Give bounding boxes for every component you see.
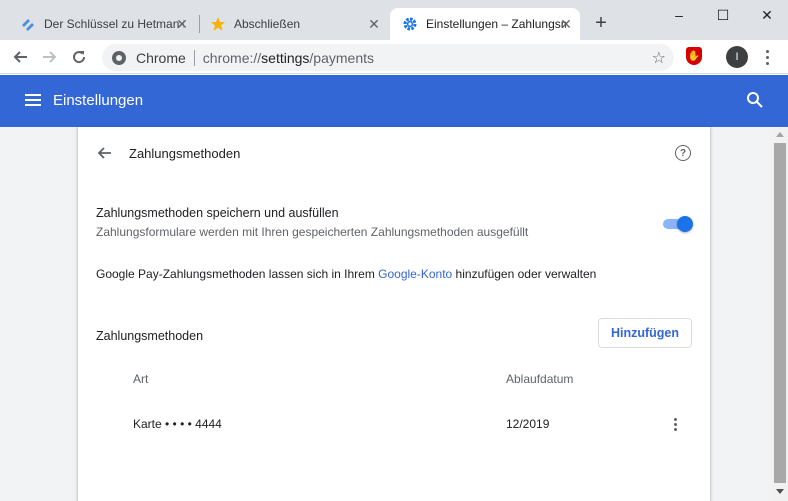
chrome-page-icon bbox=[112, 50, 126, 65]
save-fill-sublabel: Zahlungsformulare werden mit Ihren gespe… bbox=[96, 225, 529, 239]
profile-avatar[interactable]: I bbox=[726, 46, 748, 68]
url-host: settings bbox=[261, 49, 310, 66]
settings-header: Einstellungen bbox=[0, 75, 788, 127]
add-payment-method-button[interactable]: Hinzufügen bbox=[598, 318, 692, 348]
reload-button[interactable] bbox=[66, 44, 92, 70]
google-account-link[interactable]: Google-Konto bbox=[378, 267, 452, 281]
page-scrollbar[interactable] bbox=[772, 127, 788, 501]
tab-abschliessen[interactable]: Abschließen ✕ bbox=[198, 8, 388, 40]
new-tab-button[interactable]: + bbox=[590, 12, 612, 34]
card-more-actions-button[interactable] bbox=[670, 416, 680, 432]
tab-close-button[interactable]: ✕ bbox=[558, 16, 574, 32]
payment-methods-section-label: Zahlungsmethoden bbox=[96, 329, 204, 343]
tab-title: Der Schlüssel zu Hetman P bbox=[44, 17, 184, 31]
tab-close-button[interactable]: ✕ bbox=[174, 16, 190, 32]
url-text: chrome://settings/payments bbox=[203, 50, 374, 66]
tab-settings[interactable]: Einstellungen – Zahlungsm ✕ bbox=[390, 8, 580, 40]
settings-card bbox=[78, 127, 710, 501]
back-arrow-icon[interactable] bbox=[97, 145, 113, 161]
forward-arrow-icon bbox=[43, 51, 57, 63]
back-button[interactable] bbox=[8, 44, 34, 70]
browser-toolbar: Chrome chrome://settings/payments ☆ bbox=[0, 40, 788, 74]
reload-icon bbox=[73, 51, 86, 64]
gpay-suffix: hinzufügen oder verwalten bbox=[452, 267, 597, 281]
maximize-button[interactable]: ☐ bbox=[700, 0, 746, 30]
search-icon[interactable] bbox=[746, 91, 764, 109]
gpay-prefix: Google Pay-Zahlungsmethoden lassen sich … bbox=[96, 267, 379, 281]
extension-stop-icon[interactable]: ✋ bbox=[686, 47, 702, 65]
card-expiry: 12/2019 bbox=[506, 417, 550, 431]
star-favicon-icon bbox=[210, 16, 226, 32]
toggle-knob bbox=[677, 216, 693, 232]
hetman-logo-icon bbox=[20, 16, 36, 32]
column-header-type: Art bbox=[133, 372, 149, 386]
bookmark-star-icon[interactable]: ☆ bbox=[652, 48, 666, 68]
omnibox-divider bbox=[193, 49, 195, 66]
help-icon[interactable]: ? bbox=[675, 145, 691, 161]
scrollbar-thumb[interactable] bbox=[774, 143, 786, 483]
tab-title: Einstellungen – Zahlungsm bbox=[426, 17, 566, 31]
page-title: Zahlungsmethoden bbox=[129, 146, 241, 161]
back-arrow-icon bbox=[13, 51, 27, 63]
address-bar[interactable]: Chrome chrome://settings/payments ☆ bbox=[102, 44, 674, 71]
close-window-button[interactable]: ✕ bbox=[744, 0, 788, 30]
settings-gear-icon bbox=[402, 16, 418, 32]
header-title: Einstellungen bbox=[53, 92, 144, 109]
save-fill-toggle[interactable] bbox=[663, 216, 693, 232]
card-name: Karte • • • • 4444 bbox=[133, 417, 222, 431]
scheme-label: Chrome bbox=[136, 49, 186, 66]
scroll-up-arrow-icon[interactable] bbox=[776, 132, 784, 137]
hamburger-menu-icon[interactable] bbox=[25, 94, 41, 106]
url-path: /payments bbox=[309, 49, 374, 66]
google-pay-info: Google Pay-Zahlungsmethoden lassen sich … bbox=[96, 267, 596, 281]
forward-button[interactable] bbox=[36, 44, 62, 70]
minimize-button[interactable]: – bbox=[656, 0, 702, 30]
tab-title: Abschließen bbox=[234, 17, 301, 31]
tab-close-button[interactable]: ✕ bbox=[366, 16, 382, 32]
column-header-expiry: Ablaufdatum bbox=[506, 372, 574, 386]
url-prefix: chrome:// bbox=[202, 49, 262, 66]
scroll-down-arrow-icon[interactable] bbox=[776, 489, 784, 494]
chrome-menu-button[interactable] bbox=[760, 46, 774, 68]
save-fill-label: Zahlungsmethoden speichern und ausfüllen bbox=[96, 206, 339, 220]
tab-hetman[interactable]: Der Schlüssel zu Hetman P ✕ bbox=[8, 8, 196, 40]
